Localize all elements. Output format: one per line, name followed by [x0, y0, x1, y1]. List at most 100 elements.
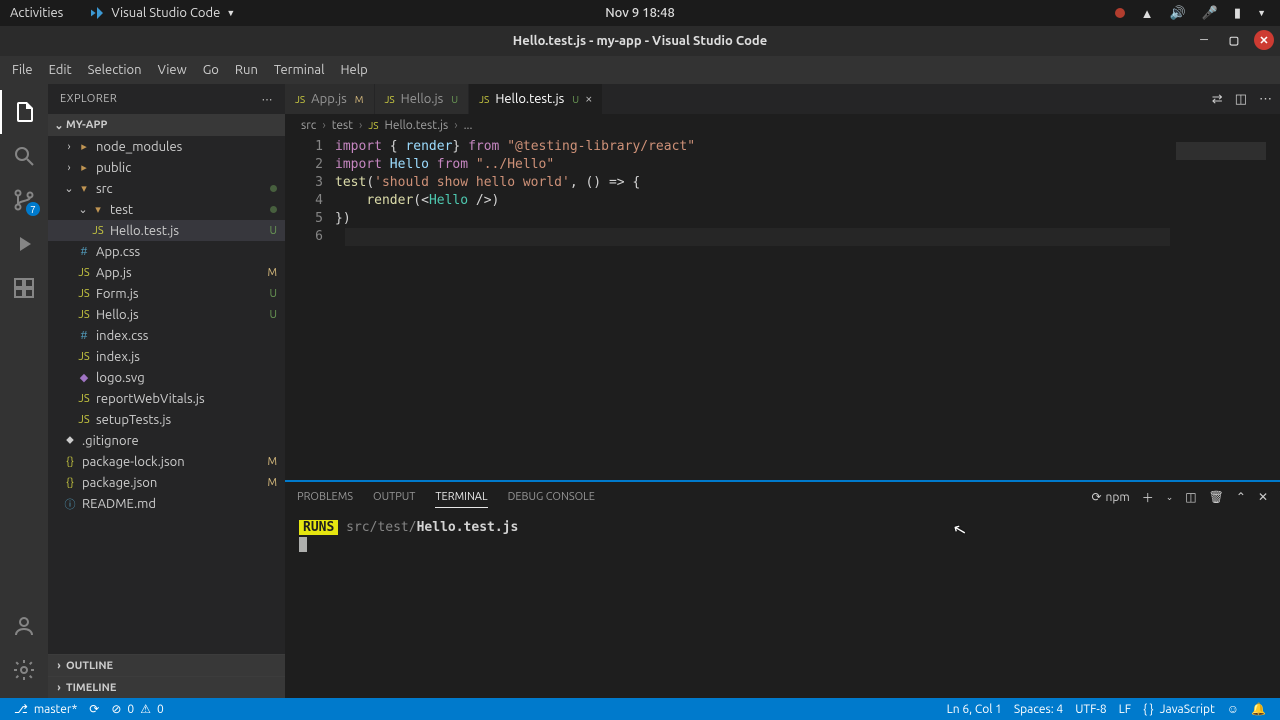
- volume-icon[interactable]: 🔊: [1170, 6, 1186, 21]
- git-status: M: [267, 456, 277, 468]
- tree-file-report[interactable]: JSreportWebVitals.js: [48, 388, 285, 409]
- tree-folder-node-modules[interactable]: ›▸node_modules: [48, 136, 285, 157]
- status-eol[interactable]: LF: [1113, 703, 1137, 716]
- menu-run[interactable]: Run: [227, 63, 266, 77]
- status-language[interactable]: { } JavaScript: [1137, 703, 1221, 716]
- sidebar-header: EXPLORER ⋯: [48, 84, 285, 114]
- system-menu-chevron-icon[interactable]: ▼: [1257, 8, 1266, 18]
- tree-file-gitignore[interactable]: ⬥.gitignore: [48, 430, 285, 451]
- panel-tab-problems[interactable]: PROBLEMS: [297, 487, 353, 507]
- maximize-panel-icon[interactable]: ⌃: [1236, 490, 1246, 504]
- window-maximize-button[interactable]: ▢: [1224, 30, 1244, 50]
- tree-file-app-js[interactable]: JSApp.jsM: [48, 262, 285, 283]
- tree-file-hello-test[interactable]: JSHello.test.jsU: [48, 220, 285, 241]
- status-indentation[interactable]: Spaces: 4: [1008, 703, 1069, 716]
- tree-file-setup[interactable]: JSsetupTests.js: [48, 409, 285, 430]
- breadcrumb[interactable]: src› test› JSHello.test.js› ...: [285, 114, 1280, 136]
- terminal[interactable]: RUNS src/test/Hello.test.js: [285, 512, 1280, 698]
- gnome-top-bar: Activities Visual Studio Code ▼ Nov 9 18…: [0, 0, 1280, 26]
- menu-file[interactable]: File: [4, 63, 41, 77]
- tree-file-index-css[interactable]: #index.css: [48, 325, 285, 346]
- panel-tab-output[interactable]: OUTPUT: [373, 487, 415, 507]
- menu-help[interactable]: Help: [332, 63, 375, 77]
- more-actions-icon[interactable]: ⋯: [1259, 92, 1272, 107]
- search-icon: [12, 144, 36, 168]
- tree-file-readme[interactable]: ⓘREADME.md: [48, 493, 285, 514]
- mic-icon[interactable]: 🎤: [1202, 6, 1218, 21]
- compare-changes-icon[interactable]: ⇄: [1212, 92, 1223, 107]
- split-editor-icon[interactable]: ◫: [1235, 92, 1247, 107]
- folder-header[interactable]: ⌄ MY-APP: [48, 114, 285, 136]
- status-cursor-position[interactable]: Ln 6, Col 1: [941, 703, 1008, 716]
- terminal-dropdown-icon[interactable]: ⌄: [1166, 492, 1174, 503]
- activity-extensions[interactable]: [0, 266, 48, 310]
- tree-folder-src[interactable]: ⌄▾src: [48, 178, 285, 199]
- code-editor[interactable]: 1 2 3 4 5 6 import { render} from "@test…: [285, 136, 1280, 480]
- tree-file-logo-svg[interactable]: ◆logo.svg: [48, 367, 285, 388]
- play-bug-icon: [12, 232, 36, 256]
- kill-terminal-icon[interactable]: 🗑: [1209, 490, 1224, 504]
- sidebar-title: EXPLORER: [60, 93, 117, 105]
- tree-file-hello-js[interactable]: JSHello.jsU: [48, 304, 285, 325]
- activity-search[interactable]: [0, 134, 48, 178]
- wifi-icon[interactable]: ▲: [1141, 6, 1154, 21]
- code-content[interactable]: import { render} from "@testing-library/…: [335, 136, 1170, 480]
- split-terminal-icon[interactable]: ◫: [1185, 490, 1196, 504]
- activity-run-debug[interactable]: [0, 222, 48, 266]
- timeline-header[interactable]: › TIMELINE: [48, 676, 285, 698]
- terminal-shell-selector[interactable]: ⟳ npm: [1091, 490, 1129, 504]
- error-icon: ⊘: [111, 702, 121, 716]
- tree-file-index-js[interactable]: JSindex.js: [48, 346, 285, 367]
- line-gutter: 1 2 3 4 5 6: [285, 136, 335, 480]
- extensions-icon: [12, 276, 36, 300]
- activity-source-control[interactable]: 7: [0, 178, 48, 222]
- close-panel-icon[interactable]: ✕: [1258, 490, 1268, 504]
- status-encoding[interactable]: UTF-8: [1069, 703, 1112, 716]
- tree-file-form-js[interactable]: JSForm.jsU: [48, 283, 285, 304]
- window-minimize-button[interactable]: ─: [1194, 30, 1214, 50]
- active-app-menu[interactable]: Visual Studio Code ▼: [89, 5, 235, 21]
- tree-file-package[interactable]: {}package.jsonM: [48, 472, 285, 493]
- tab-hello-js[interactable]: JSHello.jsU: [375, 84, 470, 114]
- menu-edit[interactable]: Edit: [41, 63, 80, 77]
- outline-header[interactable]: › OUTLINE: [48, 654, 285, 676]
- files-icon: [13, 100, 37, 124]
- panel-tab-debug-console[interactable]: DEBUG CONSOLE: [508, 487, 595, 507]
- chevron-down-icon: ⌄: [52, 119, 66, 132]
- minimap[interactable]: [1170, 136, 1280, 480]
- activities-button[interactable]: Activities: [10, 6, 63, 20]
- menu-terminal[interactable]: Terminal: [266, 63, 333, 77]
- tab-hello-test-js[interactable]: JSHello.test.jsU×: [469, 84, 603, 114]
- activity-settings[interactable]: [0, 648, 48, 692]
- status-sync[interactable]: ⟳: [83, 702, 105, 716]
- menu-selection[interactable]: Selection: [80, 63, 150, 77]
- status-branch[interactable]: ⎇master*: [8, 702, 83, 716]
- account-icon: [12, 614, 36, 638]
- sidebar-more-icon[interactable]: ⋯: [262, 93, 274, 106]
- tree-file-app-css[interactable]: #App.css: [48, 241, 285, 262]
- tab-close-icon[interactable]: ×: [585, 92, 592, 106]
- panel-tabs: PROBLEMS OUTPUT TERMINAL DEBUG CONSOLE ⟳…: [285, 482, 1280, 512]
- battery-icon[interactable]: ▮: [1234, 6, 1241, 21]
- tree-file-package-lock[interactable]: {}package-lock.jsonM: [48, 451, 285, 472]
- git-status: U: [269, 225, 277, 237]
- activity-accounts[interactable]: [0, 604, 48, 648]
- window-title: Hello.test.js - my-app - Visual Studio C…: [513, 34, 767, 48]
- panel-tab-terminal[interactable]: TERMINAL: [435, 487, 487, 508]
- bell-icon: 🔔: [1251, 702, 1266, 716]
- status-notifications[interactable]: 🔔: [1245, 702, 1272, 716]
- tree-folder-test[interactable]: ⌄▾test: [48, 199, 285, 220]
- new-terminal-icon[interactable]: ＋: [1142, 489, 1154, 506]
- window-close-button[interactable]: ✕: [1254, 30, 1274, 50]
- status-feedback[interactable]: ☺: [1221, 702, 1245, 716]
- menu-view[interactable]: View: [150, 63, 195, 77]
- terminal-cursor: [299, 537, 307, 552]
- clock[interactable]: Nov 9 18:48: [605, 6, 675, 20]
- activity-explorer[interactable]: [0, 90, 48, 134]
- status-problems[interactable]: ⊘0⚠0: [105, 702, 169, 716]
- tree-folder-public[interactable]: ›▸public: [48, 157, 285, 178]
- tab-app-js[interactable]: JSApp.jsM: [285, 84, 375, 114]
- menu-go[interactable]: Go: [195, 63, 227, 77]
- sidebar: EXPLORER ⋯ ⌄ MY-APP ›▸node_modules ›▸pub…: [48, 84, 285, 698]
- record-indicator-icon[interactable]: [1115, 8, 1125, 18]
